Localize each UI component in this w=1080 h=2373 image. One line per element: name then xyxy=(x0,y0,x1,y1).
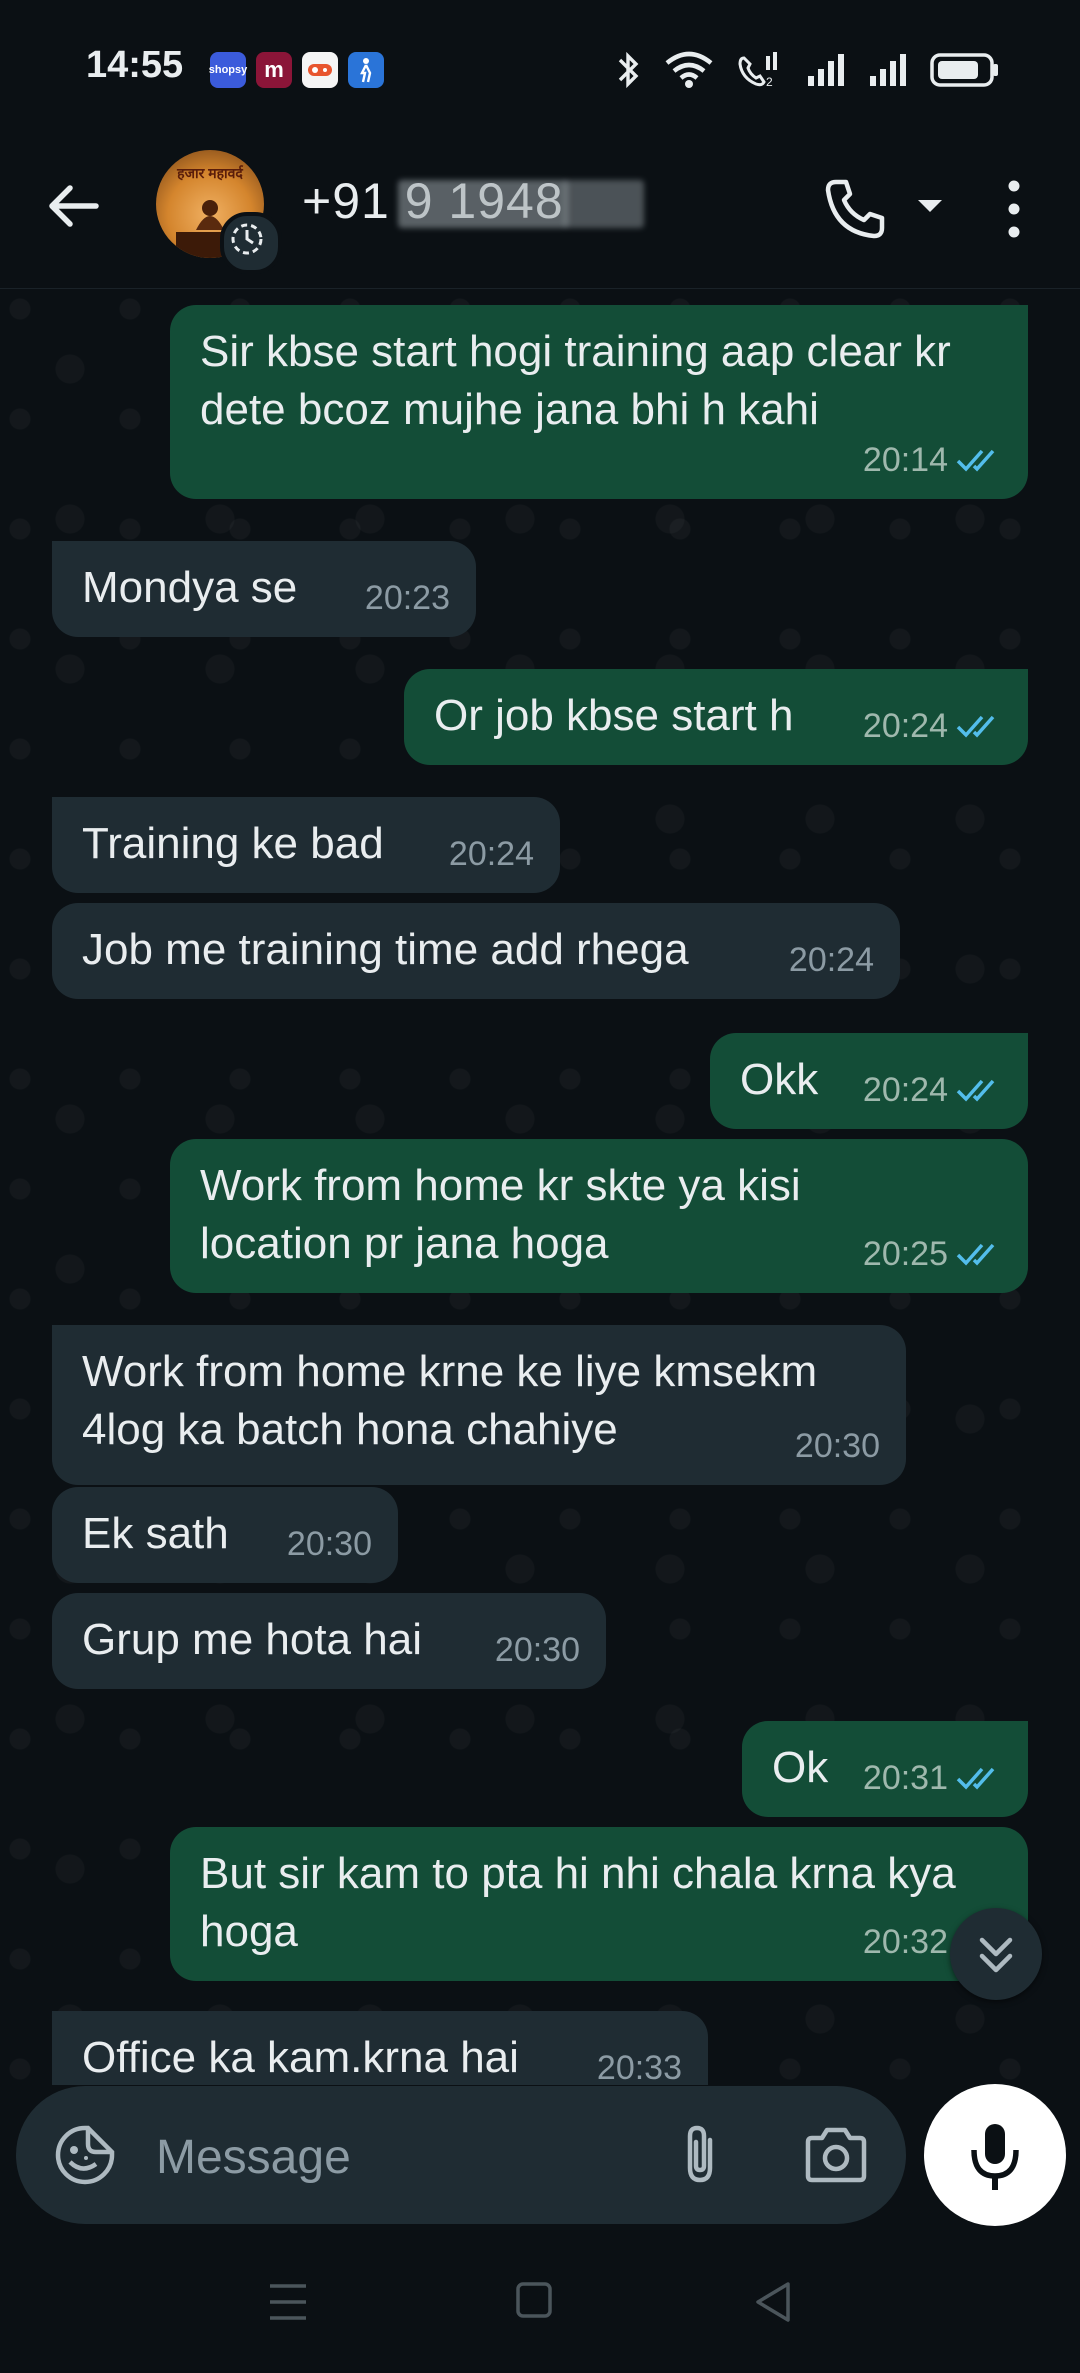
message-meta: 20:24 xyxy=(863,1061,1002,1119)
redacted-number-block-2 xyxy=(564,180,644,228)
more-vert-icon[interactable] xyxy=(998,176,1030,242)
message-time: 20:23 xyxy=(364,579,450,617)
battery-icon xyxy=(930,53,998,87)
shopsy-app-icon: shopsy xyxy=(209,52,247,88)
message-text: Ok xyxy=(772,1743,829,1792)
message-text: Ek sath xyxy=(82,1509,229,1558)
message-outgoing[interactable]: Sir kbse start hogi training aap clear k… xyxy=(170,305,1028,499)
game-app-icon xyxy=(302,52,338,88)
message-text: Mondya se xyxy=(82,563,298,612)
chat-messages-area[interactable]: Sir kbse start hogi training aap clear k… xyxy=(0,289,1080,2085)
read-ticks-icon xyxy=(956,449,995,472)
message-meta: 20:23 xyxy=(365,569,450,627)
read-ticks-icon xyxy=(956,1243,995,1266)
message-meta: 20:30 xyxy=(287,1515,372,1573)
message-text: Sir kbse start hogi training aap clear k… xyxy=(200,327,951,434)
status-time: 14:55 xyxy=(86,44,184,86)
bluetooth-icon xyxy=(618,51,639,89)
message-text: Office ka kam.krna hai xyxy=(82,2033,519,2082)
read-ticks-icon xyxy=(956,1079,995,1102)
message-meta: 20:24 xyxy=(789,931,874,989)
message-incoming[interactable]: Ek sath 20:30 xyxy=(52,1487,398,1583)
signal-icon xyxy=(808,54,844,86)
message-incoming[interactable]: Mondya se 20:23 xyxy=(52,541,476,637)
message-time: 20:30 xyxy=(286,1525,372,1563)
message-outgoing[interactable]: Work from home kr skte ya kisi location … xyxy=(170,1139,1028,1293)
back-triangle-icon[interactable] xyxy=(752,2280,794,2324)
message-time: 20:32 xyxy=(862,1923,948,1961)
message-text: Training ke bad xyxy=(82,819,384,868)
message-outgoing[interactable]: Or job kbse start h 20:24 xyxy=(404,669,1028,765)
back-arrow-icon[interactable] xyxy=(44,176,104,236)
meesho-app-icon: m xyxy=(256,52,292,88)
message-text: Grup me hota hai xyxy=(82,1615,422,1664)
message-time: 20:30 xyxy=(494,1631,580,1669)
message-composer xyxy=(16,2086,906,2224)
message-incoming[interactable]: Job me training time add rhega 20:24 xyxy=(52,903,900,999)
svg-text:2: 2 xyxy=(766,75,773,89)
recents-menu-icon[interactable] xyxy=(266,2280,310,2324)
message-text: Work from home kr skte ya kisi location … xyxy=(200,1161,801,1268)
message-time: 20:24 xyxy=(862,707,948,745)
message-time: 20:24 xyxy=(448,835,534,873)
message-text: Or job kbse start h xyxy=(434,691,794,740)
message-time: 20:30 xyxy=(794,1427,880,1465)
volte-call-icon: 2 xyxy=(738,52,777,89)
step-tracker-app-icon xyxy=(348,52,384,88)
mic-icon xyxy=(971,2124,1019,2190)
message-text: Work from home krne ke liye kmsekm 4log … xyxy=(82,1347,818,1454)
message-meta: 20:24 xyxy=(449,825,534,883)
message-meta: 20:30 xyxy=(495,1621,580,1679)
message-time: 20:25 xyxy=(862,1235,948,1273)
message-time: 20:24 xyxy=(862,1071,948,1109)
wifi-icon xyxy=(665,51,713,88)
read-ticks-icon xyxy=(956,715,995,738)
message-time: 20:31 xyxy=(862,1759,948,1797)
message-meta: 20:33 xyxy=(597,2039,682,2085)
status-app-icons: shopsy m xyxy=(209,52,384,88)
message-text: Okk xyxy=(740,1055,819,1104)
message-time: 20:14 xyxy=(862,441,948,479)
read-ticks-icon xyxy=(956,1767,995,1790)
message-outgoing[interactable]: Okk 20:24 xyxy=(710,1033,1028,1129)
home-square-icon[interactable] xyxy=(514,2280,554,2320)
message-incoming[interactable]: Training ke bad 20:24 xyxy=(52,797,560,893)
message-meta: 20:25 xyxy=(863,1225,1002,1283)
message-meta: 20:30 xyxy=(795,1417,880,1475)
phone-icon[interactable] xyxy=(822,176,888,242)
system-navigation-bar xyxy=(0,2238,1080,2373)
message-meta: 20:14 xyxy=(863,431,1002,489)
message-input[interactable] xyxy=(154,2116,658,2198)
emoji-icon[interactable] xyxy=(52,2122,118,2188)
signal-icon-2 xyxy=(870,54,906,86)
message-meta: 20:31 xyxy=(863,1749,1002,1807)
redacted-number-block xyxy=(398,180,568,228)
message-text: Job me training time add rhega xyxy=(82,925,689,974)
chat-header: हजार महावर्द +91 9 1948 xyxy=(0,140,1080,289)
dropdown-icon[interactable] xyxy=(916,196,944,216)
message-incoming[interactable]: Grup me hota hai 20:30 xyxy=(52,1593,606,1689)
message-time: 20:24 xyxy=(788,941,874,979)
camera-icon[interactable] xyxy=(802,2122,870,2188)
status-bar: 14:55 shopsy m 2 xyxy=(0,0,1080,140)
mic-button[interactable] xyxy=(924,2084,1066,2226)
message-incoming[interactable]: Work from home krne ke liye kmsekm 4log … xyxy=(52,1325,906,1485)
attach-icon[interactable] xyxy=(666,2120,736,2190)
scroll-to-bottom-button[interactable] xyxy=(950,1908,1042,2000)
message-incoming[interactable]: Office ka kam.krna hai 20:33 xyxy=(52,2011,708,2085)
message-outgoing[interactable]: Ok 20:31 xyxy=(742,1721,1028,1817)
double-chevron-down-icon xyxy=(979,1937,1013,1973)
message-time: 20:33 xyxy=(596,2049,682,2085)
status-ring-icon xyxy=(220,212,282,274)
status-system-icons: 2 xyxy=(614,50,1000,90)
message-meta: 20:24 xyxy=(863,697,1002,755)
message-outgoing[interactable]: But sir kam to pta hi nhi chala krna kya… xyxy=(170,1827,1028,1981)
